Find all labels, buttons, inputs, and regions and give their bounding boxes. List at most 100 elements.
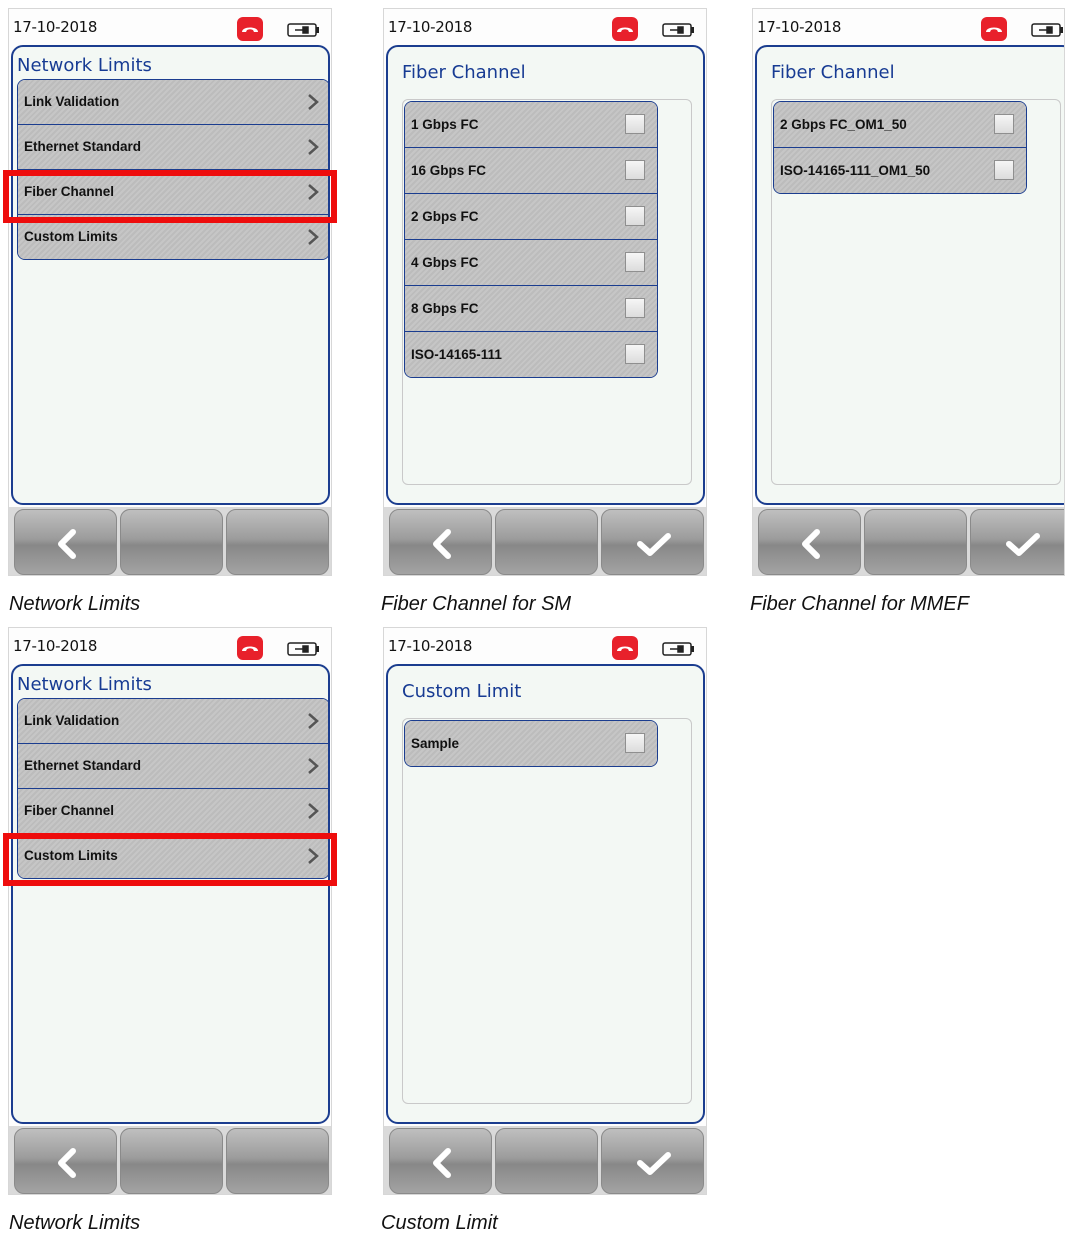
option-2gbps-fc-om1-50[interactable]: 2 Gbps FC_OM1_50 xyxy=(774,102,1026,148)
caption-network-limits-1: Network Limits xyxy=(9,593,141,615)
back-icon xyxy=(58,1148,76,1178)
bottom-toolbar xyxy=(753,507,1064,575)
option-label: 8 Gbps FC xyxy=(411,301,479,316)
back-button[interactable] xyxy=(14,1128,117,1194)
option-4gbps-fc[interactable]: 4 Gbps FC xyxy=(405,240,657,286)
main-panel: Network Limits Link Validation Ethernet … xyxy=(11,45,330,505)
toolbar-button-middle[interactable] xyxy=(120,1128,223,1194)
menu-item-link-validation[interactable]: Link Validation xyxy=(18,80,328,125)
option-label: Sample xyxy=(411,736,460,751)
option-label: 16 Gbps FC xyxy=(411,163,487,178)
menu-item-label: Link Validation xyxy=(24,94,120,109)
options-list: Sample xyxy=(404,720,658,767)
status-date: 17-10-2018 xyxy=(388,18,473,36)
back-icon xyxy=(802,529,820,559)
screen-fiber-channel-mmef: 17-10-2018 Fiber Channel 2 Gbps FC_OM1_5… xyxy=(752,8,1065,576)
toolbar-button-middle[interactable] xyxy=(120,509,223,575)
battery-plug-icon xyxy=(661,22,695,42)
highlight-custom-limits xyxy=(3,833,337,886)
bottom-toolbar xyxy=(384,1126,706,1194)
caption-fiber-channel-mmef: Fiber Channel for MMEF xyxy=(750,593,969,615)
battery-plug-icon xyxy=(286,641,320,661)
confirm-button[interactable] xyxy=(970,509,1064,575)
menu-item-label: Link Validation xyxy=(24,713,120,728)
back-icon xyxy=(433,1148,451,1178)
option-checkbox[interactable] xyxy=(625,298,645,318)
confirm-button[interactable] xyxy=(601,1128,704,1194)
option-checkbox[interactable] xyxy=(625,160,645,180)
back-button[interactable] xyxy=(389,509,492,575)
option-checkbox[interactable] xyxy=(625,206,645,226)
status-date: 17-10-2018 xyxy=(13,18,98,36)
battery-plug-icon xyxy=(1030,22,1064,42)
caption-network-limits-2: Network Limits xyxy=(9,1212,141,1234)
back-button[interactable] xyxy=(14,509,117,575)
option-16gbps-fc[interactable]: 16 Gbps FC xyxy=(405,148,657,194)
battery-plug-icon xyxy=(286,22,320,42)
option-8gbps-fc[interactable]: 8 Gbps FC xyxy=(405,286,657,332)
page-title: Network Limits xyxy=(17,674,152,695)
menu-item-fiber-channel[interactable]: Fiber Channel xyxy=(18,789,328,834)
status-date: 17-10-2018 xyxy=(757,18,842,36)
status-bar: 17-10-2018 xyxy=(9,9,331,45)
option-sample[interactable]: Sample xyxy=(405,721,657,766)
toolbar-button-middle[interactable] xyxy=(495,1128,598,1194)
menu-item-ethernet-standard[interactable]: Ethernet Standard xyxy=(18,125,328,170)
back-button[interactable] xyxy=(758,509,861,575)
toolbar-button-middle[interactable] xyxy=(864,509,967,575)
toolbar-button-right[interactable] xyxy=(226,509,329,575)
option-iso-14165-111[interactable]: ISO-14165-111 xyxy=(405,332,657,377)
screen-fiber-channel-sm: 17-10-2018 Fiber Channel 1 Gbps FC 16 Gb… xyxy=(383,8,707,576)
main-panel: Fiber Channel 2 Gbps FC_OM1_50 ISO-14165… xyxy=(755,45,1064,505)
phone-icon xyxy=(612,636,638,660)
status-bar: 17-10-2018 xyxy=(753,9,1064,45)
status-date: 17-10-2018 xyxy=(388,637,473,655)
option-label: ISO-14165-111_OM1_50 xyxy=(780,163,931,178)
back-button[interactable] xyxy=(389,1128,492,1194)
check-icon xyxy=(1006,533,1040,556)
status-date: 17-10-2018 xyxy=(13,637,98,655)
page-title: Fiber Channel xyxy=(402,62,526,83)
option-checkbox[interactable] xyxy=(625,344,645,364)
phone-icon xyxy=(237,17,263,41)
option-label: 4 Gbps FC xyxy=(411,255,479,270)
back-icon xyxy=(58,529,76,559)
toolbar-button-middle[interactable] xyxy=(495,509,598,575)
option-checkbox[interactable] xyxy=(625,252,645,272)
status-bar: 17-10-2018 xyxy=(384,628,706,664)
caption-fiber-channel-sm: Fiber Channel for SM xyxy=(381,593,572,615)
check-icon xyxy=(637,1152,671,1175)
status-bar: 17-10-2018 xyxy=(9,628,331,664)
option-checkbox[interactable] xyxy=(994,114,1014,134)
option-2gbps-fc[interactable]: 2 Gbps FC xyxy=(405,194,657,240)
screen-network-limits-2: 17-10-2018 Network Limits Link Validatio… xyxy=(8,627,332,1195)
toolbar-button-right[interactable] xyxy=(226,1128,329,1194)
option-checkbox[interactable] xyxy=(625,114,645,134)
chevron-right-icon xyxy=(308,713,319,729)
menu-item-link-validation[interactable]: Link Validation xyxy=(18,699,328,744)
chevron-right-icon xyxy=(308,758,319,774)
back-icon xyxy=(433,529,451,559)
option-iso-14165-111-om1-50[interactable]: ISO-14165-111_OM1_50 xyxy=(774,148,1026,193)
menu-item-ethernet-standard[interactable]: Ethernet Standard xyxy=(18,744,328,789)
screen-network-limits-1: 17-10-2018 Network Limits Link Validatio… xyxy=(8,8,332,576)
phone-icon xyxy=(612,17,638,41)
menu-item-label: Ethernet Standard xyxy=(24,758,142,773)
screen-custom-limit: 17-10-2018 Custom Limit Sample xyxy=(383,627,707,1195)
option-label: 2 Gbps FC xyxy=(411,209,479,224)
option-label: 2 Gbps FC_OM1_50 xyxy=(780,117,907,132)
option-checkbox[interactable] xyxy=(625,733,645,753)
page-title: Fiber Channel xyxy=(771,62,895,83)
status-bar: 17-10-2018 xyxy=(384,9,706,45)
highlight-fiber-channel xyxy=(3,170,337,223)
main-panel: Fiber Channel 1 Gbps FC 16 Gbps FC 2 Gbp… xyxy=(386,45,705,505)
menu-item-label: Custom Limits xyxy=(24,229,118,244)
option-1gbps-fc[interactable]: 1 Gbps FC xyxy=(405,102,657,148)
options-box xyxy=(402,718,692,1104)
check-icon xyxy=(637,533,671,556)
caption-custom-limit: Custom Limit xyxy=(381,1212,498,1234)
battery-plug-icon xyxy=(661,641,695,661)
chevron-right-icon xyxy=(308,229,319,245)
option-checkbox[interactable] xyxy=(994,160,1014,180)
confirm-button[interactable] xyxy=(601,509,704,575)
